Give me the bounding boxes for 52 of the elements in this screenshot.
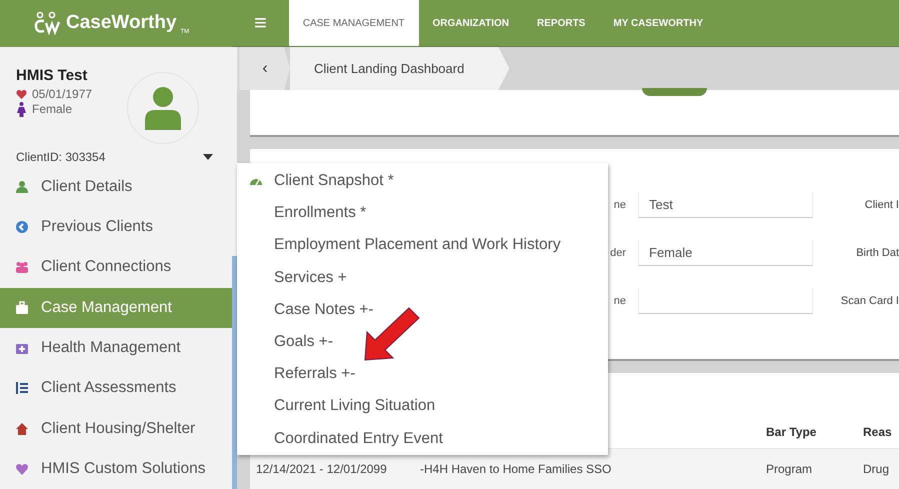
menu-item[interactable]: Current Living Situation [237,390,608,422]
client-name: HMIS Test [16,66,88,84]
logo-icon [32,11,62,36]
field-label: ne [614,295,626,307]
field-label: Birth Dat [856,247,899,259]
birth-date: 05/01/1977 [32,86,92,101]
person-icon [15,180,29,194]
column-header: Reas [863,425,893,439]
field-label: Scan Card I [840,295,899,307]
menu-item[interactable]: Referrals +- [237,358,608,390]
logo-text: CaseWorthy [66,12,177,34]
back-icon [15,220,29,234]
menu-item[interactable]: Goals +- [237,326,608,358]
menu-item[interactable]: Services + [237,262,608,294]
gender-text: Female [32,102,72,116]
briefcase-icon [15,300,29,315]
sidebar-item[interactable]: Health Management [0,328,232,368]
input-field[interactable]: Female [638,240,813,266]
field-label: der [610,247,626,259]
sidebar-item[interactable]: HMIS Custom Solutions [0,448,232,489]
menu-item[interactable]: Case Notes +- [237,294,608,326]
client-id: ClientID: 303354 [16,150,106,164]
sidebar-item[interactable]: Client Housing/Shelter [0,408,232,449]
group-icon [15,260,29,274]
menu-item[interactable]: Enrollments * [237,197,608,230]
female-figure-icon [16,102,27,117]
table-cell-text: 12/14/2021 - 12/01/2099 [256,462,388,476]
table-cell-text: -H4H Haven to Home Families SSO [420,462,612,476]
column-header: Bar Type [766,425,818,439]
input-field[interactable] [638,288,813,314]
field-label: Client I [864,199,899,211]
nav-tab[interactable]: CASE MANAGEMENT [288,0,419,46]
heart-icon [15,462,29,476]
back-button[interactable]: ‹ [240,47,290,90]
scrollbar[interactable] [232,256,237,489]
field-label: ne [614,199,626,211]
caret-icon [203,154,213,160]
sidebar-item[interactable]: Previous Clients [0,206,232,248]
house-icon [15,422,29,436]
sidebar-item[interactable]: Client Details [0,166,232,207]
table-cell-text: Drug [863,462,890,476]
table-row[interactable]: 12/14/2021 - 12/01/2099 -H4H Haven to Home Families SSO Program Drug [250,449,899,489]
person-icon [143,86,183,130]
sidebar-item[interactable]: Client Connections [0,247,232,288]
menu-item[interactable]: Employment Placement and Work History [237,229,608,262]
sidebar-item[interactable]: Client Assessments [0,368,232,408]
breadcrumb-item[interactable]: Client Landing Dashboard [290,47,510,90]
menu-item[interactable]: Client Snapshot * [237,165,608,198]
heart-icon [16,88,27,99]
table-cell-text: Program [766,462,814,476]
input-field[interactable]: Test [638,192,813,218]
list-icon [15,381,29,396]
